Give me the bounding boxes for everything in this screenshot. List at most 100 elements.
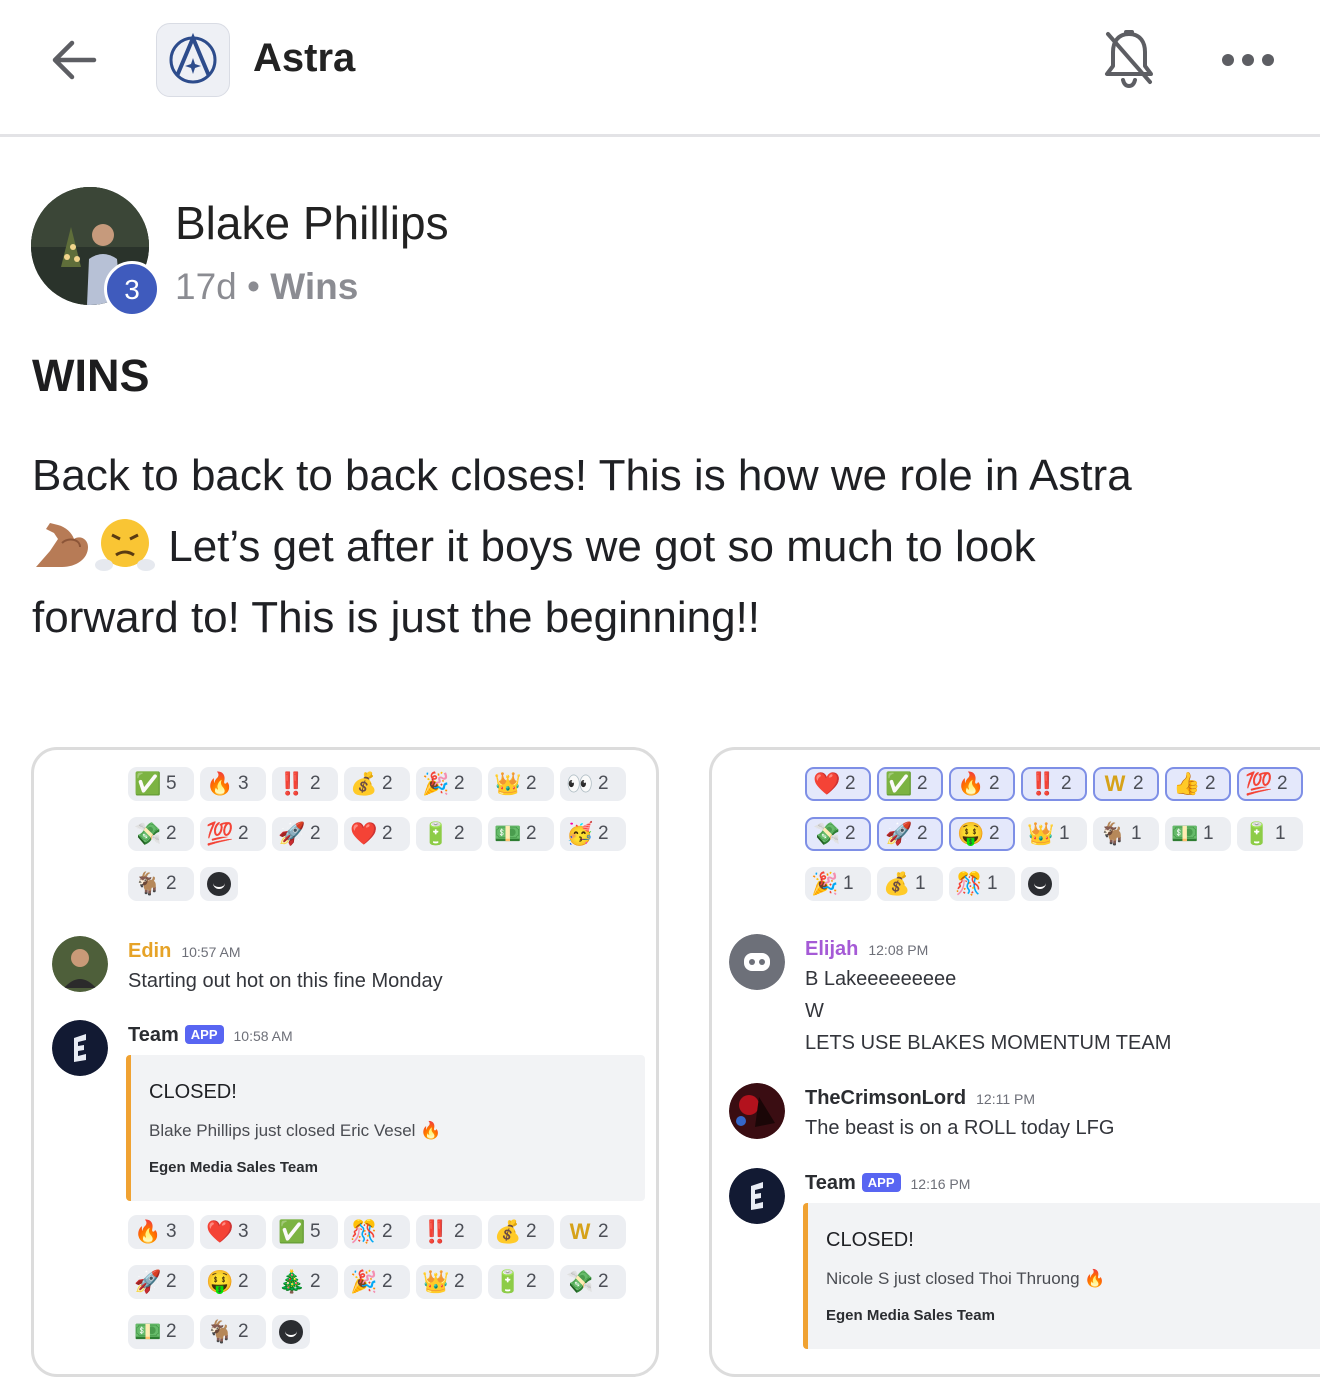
attachment-image-2[interactable]: ❤️ 2 ✅ 2 🔥 2 ‼️ 2 W 2 👍 2 💯 2 💸 2 🚀 2 🤑 2 👑 1 🐐 1 💵 1 🔋 1 🎉 1 💰 1 🎊 1 E… [709, 747, 1320, 1377]
reaction-count: 2 [310, 823, 321, 844]
reaction-pill: 🐐 2 [128, 867, 194, 901]
reaction-pill: 🎊 1 [949, 867, 1015, 901]
app-logo [156, 23, 230, 97]
reaction-pill: 👑 1 [1021, 817, 1087, 851]
reaction-emoji: 💸 [813, 821, 841, 846]
reaction-pill: ❤️ 3 [200, 1215, 266, 1249]
reaction-pill: 👑 2 [416, 1265, 482, 1299]
body-line-2: Let’s get after it boys we got so much t… [156, 522, 1036, 571]
reaction-count: 2 [1061, 773, 1072, 794]
reaction-emoji: 🚀 [134, 1269, 162, 1294]
smiley-icon [207, 872, 231, 896]
reaction-pill: ✅ 2 [877, 767, 943, 801]
reaction-count: 2 [598, 823, 609, 844]
more-options-button[interactable] [1218, 46, 1278, 74]
reaction-count: 2 [526, 1271, 537, 1292]
reaction-count: 1 [843, 873, 854, 894]
reaction-pill: 🚀 2 [272, 817, 338, 851]
message-author: Edin 10:57 AM [128, 940, 241, 962]
crimsonlord-avatar [729, 1083, 785, 1139]
reaction-emoji: 🚀 [278, 821, 306, 846]
reaction-pill: 🚀 2 [877, 817, 943, 851]
reaction-row: 🐐 2 [128, 867, 238, 901]
reaction-emoji: 💯 [1245, 771, 1273, 796]
notifications-button[interactable] [1098, 26, 1160, 92]
reaction-pill: 🔥 3 [200, 767, 266, 801]
reaction-emoji: 💵 [494, 821, 522, 846]
reaction-pill: ✅ 5 [128, 767, 194, 801]
reaction-emoji: W [1104, 771, 1126, 796]
reaction-count: 2 [917, 773, 928, 794]
reaction-count: 2 [382, 1271, 393, 1292]
reaction-count: 2 [166, 1321, 177, 1342]
reaction-row: 🚀 2 🤑 2 🎄 2 🎉 2 👑 2 🔋 2 💸 2 [128, 1265, 626, 1299]
closed-embed: CLOSED! Nicole S just closed Thoi Thruon… [803, 1203, 1320, 1349]
reaction-row: 🔥 3 ❤️ 3 ✅ 5 🎊 2 ‼️ 2 💰 2 W 2 [128, 1215, 626, 1249]
closed-embed: CLOSED! Blake Phillips just closed Eric … [126, 1055, 645, 1201]
author-name[interactable]: Blake Phillips [175, 196, 449, 250]
reaction-emoji: 👀 [566, 771, 594, 796]
reaction-emoji: ✅ [278, 1219, 306, 1244]
reaction-count: 2 [989, 823, 1000, 844]
reaction-pill: 🎉 2 [344, 1265, 410, 1299]
back-button[interactable] [48, 34, 100, 86]
reaction-emoji: 🤑 [206, 1269, 234, 1294]
reaction-pill: 🔋 2 [488, 1265, 554, 1299]
message-author: TheCrimsonLord 12:11 PM [805, 1087, 1036, 1109]
reaction-emoji: 🔋 [494, 1269, 522, 1294]
post-category[interactable]: Wins [270, 266, 358, 307]
reaction-pill: W2 [560, 1215, 626, 1249]
add-reaction-icon [1021, 867, 1059, 901]
reaction-emoji: 🤑 [957, 821, 985, 846]
reaction-pill: 💸 2 [128, 817, 194, 851]
reaction-pill: 💸 2 [805, 817, 871, 851]
reaction-count: 1 [915, 873, 926, 894]
face-with-steam-icon [94, 517, 156, 573]
post-age: 17d [175, 266, 237, 307]
reaction-count: 2 [238, 823, 249, 844]
team-bot-avatar [729, 1168, 785, 1224]
message-author: Elijah 12:08 PM [805, 938, 929, 960]
message-text: The beast is on a ROLL today LFG [805, 1117, 1115, 1139]
discord-default-avatar [729, 934, 785, 990]
message-text: W [805, 1000, 824, 1022]
reaction-pill: 👑 2 [488, 767, 554, 801]
reaction-count: 2 [238, 1271, 249, 1292]
add-reaction-icon [272, 1315, 310, 1349]
level-badge: 3 [104, 261, 160, 317]
reaction-count: 2 [166, 823, 177, 844]
reaction-pill: 💰 2 [344, 767, 410, 801]
reaction-count: 2 [310, 1271, 321, 1292]
reaction-pill: 🐐 1 [1093, 817, 1159, 851]
reaction-emoji: 🔥 [206, 771, 234, 796]
reaction-count: 1 [987, 873, 998, 894]
reaction-emoji: ✅ [134, 771, 162, 796]
reaction-emoji: 🔥 [957, 771, 985, 796]
reaction-emoji: 💰 [883, 871, 911, 896]
reaction-emoji: 🚀 [885, 821, 913, 846]
edin-avatar [52, 936, 108, 992]
reaction-pill: 🤑 2 [949, 817, 1015, 851]
flexed-biceps-icon [32, 517, 94, 573]
reaction-row: ❤️ 2 ✅ 2 🔥 2 ‼️ 2 W 2 👍 2 💯 2 [805, 767, 1303, 801]
post-title: WINS [32, 350, 150, 401]
reaction-count: 2 [166, 1271, 177, 1292]
attachment-image-1[interactable]: ✅ 5 🔥 3 ‼️ 2 💰 2 🎉 2 👑 2 👀 2 💸 2 💯 2 🚀 2 ❤️ 2 🔋 2 💵 2 🥳 2 🐐 2 Edin 1… [31, 747, 659, 1377]
embed-footer: Egen Media Sales Team [826, 1307, 995, 1324]
reaction-count: 2 [382, 823, 393, 844]
reaction-row: 💸 2 💯 2 🚀 2 ❤️ 2 🔋 2 💵 2 🥳 2 [128, 817, 626, 851]
reaction-emoji: 👍 [1173, 771, 1201, 796]
reaction-emoji: 💰 [350, 771, 378, 796]
reaction-pill: 🥳 2 [560, 817, 626, 851]
reaction-count: 2 [238, 1321, 249, 1342]
community-name: Astra [253, 36, 356, 80]
more-horizontal-icon [1222, 54, 1274, 66]
add-reaction-icon [200, 867, 238, 901]
reaction-emoji: ‼️ [422, 1219, 450, 1244]
reaction-row: ✅ 5 🔥 3 ‼️ 2 💰 2 🎉 2 👑 2 👀 2 [128, 767, 626, 801]
reaction-count: 1 [1203, 823, 1214, 844]
message-author: Team APP 10:58 AM [128, 1024, 293, 1046]
reaction-pill: ✅ 5 [272, 1215, 338, 1249]
reaction-pill: 🔥 2 [949, 767, 1015, 801]
reaction-emoji: 🔋 [422, 821, 450, 846]
